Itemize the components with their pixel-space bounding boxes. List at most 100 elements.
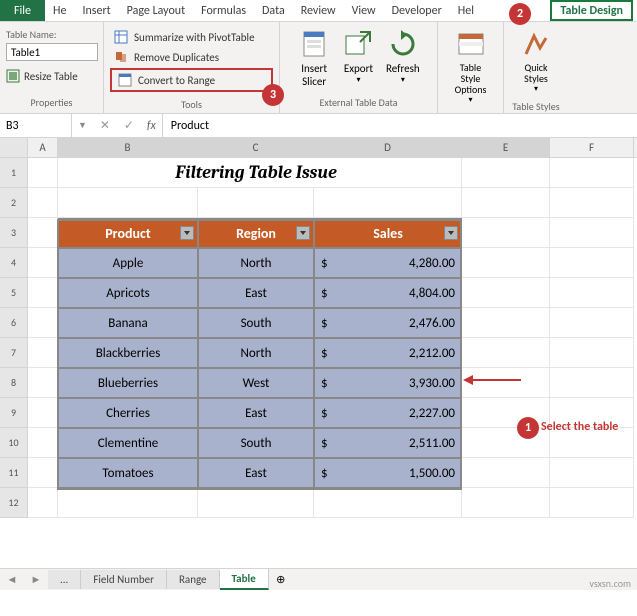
col-header-b[interactable]: B	[58, 138, 198, 157]
cell[interactable]	[550, 248, 634, 278]
cell[interactable]: East	[198, 278, 314, 308]
sheet-tab-range[interactable]: Range	[167, 570, 220, 589]
tab-help-cut[interactable]: Hel	[450, 0, 482, 21]
filter-button[interactable]	[296, 226, 310, 240]
cell[interactable]	[550, 188, 634, 218]
row-header[interactable]: 12	[0, 488, 28, 518]
cell[interactable]	[314, 158, 462, 188]
cell[interactable]: $3,930.00	[314, 368, 462, 398]
filter-button[interactable]	[180, 226, 194, 240]
grid-body[interactable]: 1Filtering Table Issue23ProductRegionSal…	[0, 158, 637, 518]
cell[interactable]: South	[198, 308, 314, 338]
row-header[interactable]: 10	[0, 428, 28, 458]
cell[interactable]: $2,212.00	[314, 338, 462, 368]
cell[interactable]	[314, 188, 462, 218]
tab-developer[interactable]: Developer	[384, 0, 450, 21]
cell[interactable]	[28, 188, 58, 218]
fx-button[interactable]: fx	[141, 114, 163, 137]
cell[interactable]: West	[198, 368, 314, 398]
cell[interactable]	[28, 458, 58, 488]
cell[interactable]: South	[198, 428, 314, 458]
quick-styles-button[interactable]: Quick Styles ▾	[518, 28, 554, 94]
cell[interactable]	[462, 188, 550, 218]
remove-duplicates-button[interactable]: Remove Duplicates	[110, 48, 273, 66]
sheet-nav-next[interactable]: ►	[24, 573, 48, 586]
sheet-tab-table[interactable]: Table	[220, 569, 269, 590]
cell[interactable]	[28, 218, 58, 248]
cell[interactable]	[550, 218, 634, 248]
cell[interactable]	[462, 218, 550, 248]
cell[interactable]	[28, 338, 58, 368]
row-header[interactable]: 8	[0, 368, 28, 398]
cell[interactable]	[550, 278, 634, 308]
row-header[interactable]: 3	[0, 218, 28, 248]
col-header-e[interactable]: E	[462, 138, 550, 157]
tab-formulas[interactable]: Formulas	[193, 0, 254, 21]
select-all-corner[interactable]	[0, 138, 28, 157]
name-box[interactable]: B3	[0, 114, 72, 137]
cell[interactable]: Blackberries	[58, 338, 198, 368]
cell[interactable]: North	[198, 338, 314, 368]
sheet-tab-field-number[interactable]: Field Number	[81, 570, 167, 589]
cell[interactable]: Apricots	[58, 278, 198, 308]
formula-input[interactable]: Product	[163, 119, 637, 133]
col-header-a[interactable]: A	[28, 138, 58, 157]
cell[interactable]	[28, 308, 58, 338]
cell[interactable]	[550, 368, 634, 398]
cell[interactable]: Sales	[314, 218, 462, 248]
cell[interactable]	[28, 488, 58, 518]
cell[interactable]	[550, 458, 634, 488]
tab-file[interactable]: File	[0, 0, 45, 21]
cell[interactable]: East	[198, 398, 314, 428]
cell[interactable]: Region	[198, 218, 314, 248]
row-header[interactable]: 6	[0, 308, 28, 338]
row-header[interactable]: 9	[0, 398, 28, 428]
convert-to-range-button[interactable]: Convert to Range	[110, 68, 273, 92]
cell[interactable]	[462, 308, 550, 338]
cancel-formula-button[interactable]: ✕	[93, 118, 117, 133]
cell[interactable]	[28, 368, 58, 398]
tab-home-cut[interactable]: He	[45, 0, 74, 21]
cell[interactable]: Blueberries	[58, 368, 198, 398]
cell[interactable]: $4,280.00	[314, 248, 462, 278]
cell[interactable]: Banana	[58, 308, 198, 338]
table-name-input[interactable]	[6, 43, 98, 61]
cell[interactable]	[198, 488, 314, 518]
cell[interactable]	[462, 488, 550, 518]
cell[interactable]	[550, 488, 634, 518]
table-style-options-button[interactable]: Table Style Options ▾	[452, 28, 489, 105]
resize-table-button[interactable]: Resize Table	[6, 69, 97, 83]
cell[interactable]	[462, 278, 550, 308]
cell[interactable]	[314, 488, 462, 518]
cell[interactable]: $4,804.00	[314, 278, 462, 308]
cell[interactable]	[58, 188, 198, 218]
cell[interactable]: $2,476.00	[314, 308, 462, 338]
tab-review[interactable]: Review	[293, 0, 344, 21]
cell[interactable]: North	[198, 248, 314, 278]
export-button[interactable]: Export ▾	[338, 28, 378, 88]
filter-button[interactable]	[444, 226, 458, 240]
sheet-nav-prev[interactable]: ◄	[0, 573, 24, 586]
cell[interactable]: Tomatoes	[58, 458, 198, 488]
accept-formula-button[interactable]: ✓	[117, 118, 141, 133]
cell[interactable]	[28, 248, 58, 278]
row-header[interactable]: 11	[0, 458, 28, 488]
cell[interactable]	[58, 488, 198, 518]
tab-view[interactable]: View	[344, 0, 384, 21]
cell[interactable]	[550, 158, 634, 188]
cell[interactable]	[550, 308, 634, 338]
col-header-f[interactable]: F	[550, 138, 634, 157]
cell[interactable]: Apple	[58, 248, 198, 278]
cell[interactable]	[28, 158, 58, 188]
cell[interactable]	[198, 188, 314, 218]
cell[interactable]	[28, 398, 58, 428]
sheet-tab-ellipsis[interactable]: ...	[48, 570, 81, 589]
row-header[interactable]: 5	[0, 278, 28, 308]
cell[interactable]: $1,500.00	[314, 458, 462, 488]
tab-page-layout[interactable]: Page Layout	[119, 0, 193, 21]
cell[interactable]	[462, 248, 550, 278]
tab-table-design[interactable]: Table Design	[550, 0, 633, 21]
name-box-dropdown-icon[interactable]: ▼	[72, 120, 93, 131]
refresh-button[interactable]: Refresh ▾	[383, 28, 423, 88]
cell[interactable]: East	[198, 458, 314, 488]
